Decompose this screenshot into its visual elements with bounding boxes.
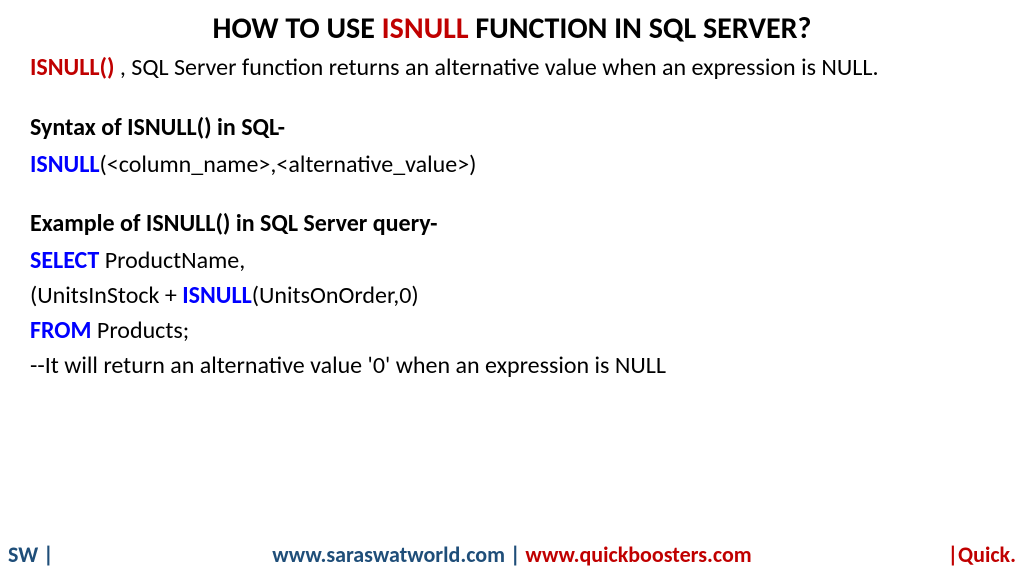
example-line-1: SELECT ProductName,	[30, 246, 994, 275]
desc-rest: , SQL Server function returns an alterna…	[114, 53, 878, 82]
example-line-2: (UnitsInStock + ISNULL(UnitsOnOrder,0)	[30, 281, 994, 310]
description: ISNULL() , SQL Server function returns a…	[30, 53, 994, 83]
example-line-3: FROM Products;	[30, 316, 994, 345]
title-highlight: ISNULL	[382, 10, 469, 47]
syntax-keyword: ISNULL	[30, 150, 100, 179]
example-heading: Example of ISNULL() in SQL Server query-	[30, 209, 994, 238]
isnull-keyword: ISNULL	[182, 281, 252, 310]
footer-url-1: www.saraswatworld.com |	[272, 541, 520, 568]
syntax-args: (<column_name>,<alternative_value>)	[100, 150, 477, 179]
title-after: FUNCTION IN SQL SERVER?	[469, 10, 812, 47]
footer-left: SW |	[8, 541, 54, 568]
line2-after: (UnitsOnOrder,0)	[252, 281, 419, 310]
from-keyword: FROM	[30, 316, 92, 345]
from-rest: Products;	[92, 316, 190, 345]
footer-url-2: www.quickboosters.com	[520, 541, 751, 568]
page-title: HOW TO USE ISNULL FUNCTION IN SQL SERVER…	[30, 10, 994, 47]
title-before: HOW TO USE	[213, 10, 382, 47]
select-keyword: SELECT	[30, 246, 99, 275]
syntax-heading: Syntax of ISNULL() in SQL-	[30, 113, 994, 142]
syntax-line: ISNULL(<column_name>,<alternative_value>…	[30, 150, 994, 179]
desc-keyword: ISNULL()	[30, 53, 114, 82]
example-line-4: --It will return an alternative value '0…	[30, 351, 994, 380]
footer-right: |Quick.	[948, 541, 1016, 568]
footer: SW | www.saraswatworld.com | www.quickbo…	[0, 541, 1024, 568]
footer-center: www.saraswatworld.com | www.quickbooster…	[272, 541, 751, 568]
line2-before: (UnitsInStock +	[30, 281, 182, 310]
select-rest: ProductName,	[99, 246, 245, 275]
